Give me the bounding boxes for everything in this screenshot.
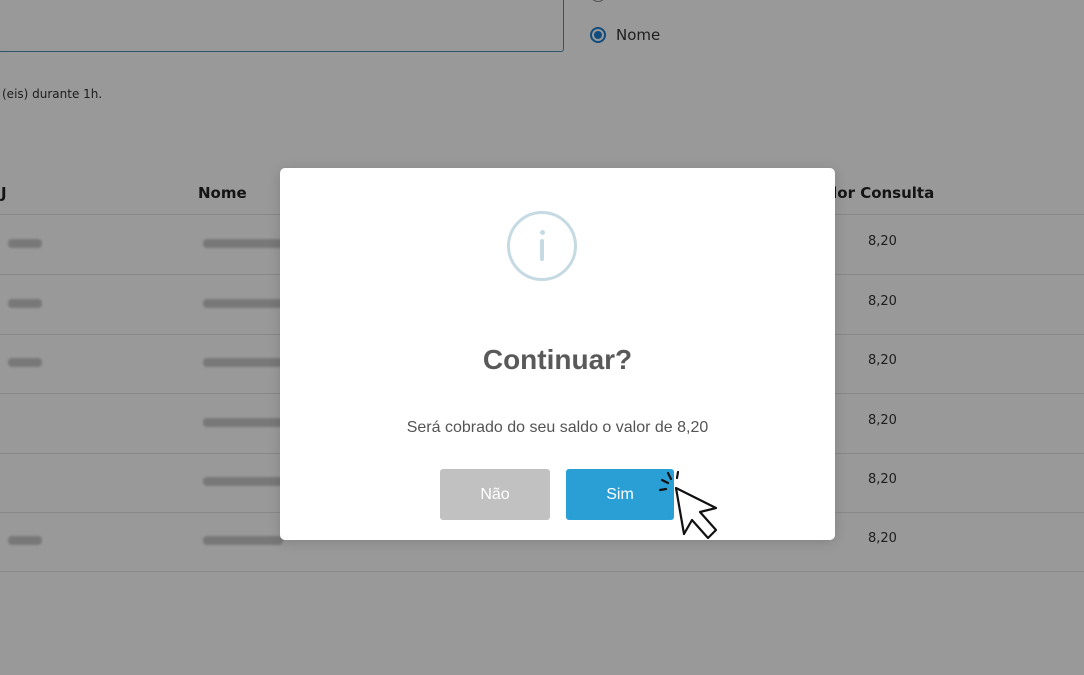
cancel-button[interactable]: Não (440, 469, 550, 520)
dialog-title: Continuar? (482, 344, 633, 375)
info-icon-bar (540, 239, 544, 261)
pointer-cursor-icon (658, 470, 718, 540)
info-icon (507, 211, 577, 281)
dialog-message: Será cobrado do seu saldo o valor de 8,2… (406, 419, 709, 436)
confirm-dialog: Continuar? Será cobrado do seu saldo o v… (280, 168, 835, 540)
info-icon-dot (540, 230, 545, 235)
